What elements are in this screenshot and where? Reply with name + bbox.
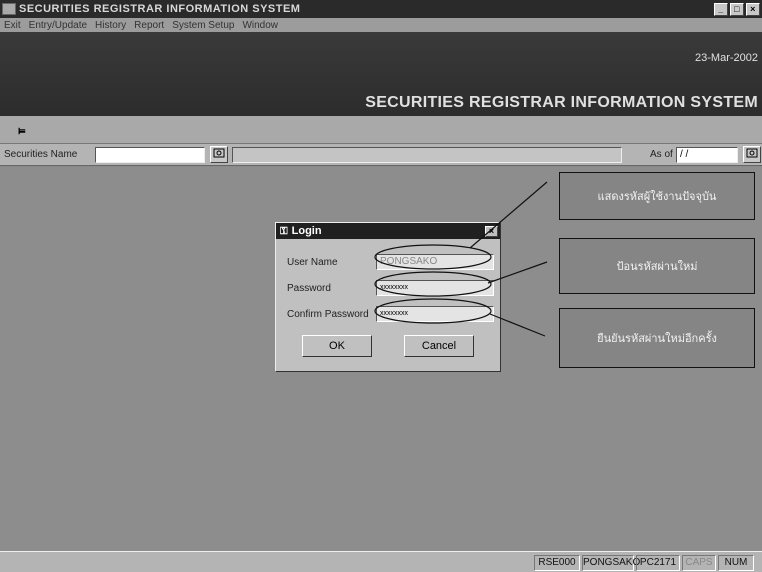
lookup-icon — [213, 148, 225, 158]
filter-bar: Securities Name As of / / — [0, 144, 762, 166]
toolbar: ⫢ — [0, 116, 762, 144]
menu-report[interactable]: Report — [130, 20, 168, 31]
menu-entry-update[interactable]: Entry/Update — [25, 20, 91, 31]
menu-bar: Exit Entry/Update History Report System … — [0, 18, 762, 32]
application-window: SECURITIES REGISTRAR INFORMATION SYSTEM … — [0, 0, 762, 572]
close-button[interactable]: × — [746, 2, 760, 16]
calendar-icon — [746, 148, 758, 158]
securities-name-input[interactable] — [95, 147, 205, 163]
annotation-current-user: แสดงรหัสผู้ใช้งานปัจจุบัน — [559, 172, 755, 220]
securities-description-field — [232, 147, 622, 163]
key-icon: ⚿ — [280, 225, 288, 237]
status-user: PONGSAKO — [582, 555, 640, 571]
annotation-new-password: ป้อนรหัสผ่านใหม่ — [559, 238, 755, 294]
menu-exit[interactable]: Exit — [0, 20, 25, 31]
status-pc: PC2171 — [636, 555, 680, 571]
calendar-button[interactable] — [743, 146, 761, 163]
securities-lookup-button[interactable] — [210, 146, 228, 163]
status-num: NUM — [718, 555, 754, 571]
confirm-password-label: Confirm Password — [287, 309, 369, 320]
confirm-password-input[interactable]: xxxxxxxx — [376, 306, 494, 322]
ok-button[interactable]: OK — [302, 335, 372, 357]
securities-name-label: Securities Name — [4, 149, 78, 160]
password-label: Password — [287, 283, 331, 294]
title-bar: SECURITIES REGISTRAR INFORMATION SYSTEM … — [0, 0, 762, 18]
menu-system-setup[interactable]: System Setup — [168, 20, 238, 31]
header-banner: 23-Mar-2002 SECURITIES REGISTRAR INFORMA… — [0, 32, 762, 116]
status-caps: CAPS — [682, 555, 716, 571]
as-of-label: As of — [650, 149, 673, 160]
system-title: SECURITIES REGISTRAR INFORMATION SYSTEM — [365, 94, 758, 111]
status-bar: RSE000 PONGSAKO PC2171 CAPS NUM — [0, 551, 762, 572]
status-code: RSE000 — [534, 555, 580, 571]
maximize-button[interactable]: □ — [730, 2, 744, 16]
password-input[interactable]: xxxxxxxx — [376, 280, 494, 296]
login-title-bar: ⚿ Login × — [276, 223, 500, 239]
login-title: Login — [291, 225, 322, 237]
current-date: 23-Mar-2002 — [695, 52, 758, 64]
as-of-date-input[interactable]: / / — [676, 147, 738, 163]
menu-history[interactable]: History — [91, 20, 130, 31]
minimize-button[interactable]: _ — [714, 2, 728, 16]
window-title: SECURITIES REGISTRAR INFORMATION SYSTEM — [19, 3, 301, 15]
annotation-confirm-password: ยืนยันรหัสผ่านใหม่อีกครั้ง — [559, 308, 755, 368]
app-icon — [2, 3, 16, 15]
user-name-field: PONGSAKO — [376, 254, 494, 270]
login-close-button[interactable]: × — [485, 225, 498, 237]
exit-door-icon[interactable]: ⫢ — [18, 122, 25, 138]
menu-window[interactable]: Window — [238, 20, 282, 31]
cancel-button[interactable]: Cancel — [404, 335, 474, 357]
user-name-label: User Name — [287, 257, 338, 268]
login-dialog: ⚿ Login × User Name PONGSAKO Password xx… — [275, 222, 501, 372]
